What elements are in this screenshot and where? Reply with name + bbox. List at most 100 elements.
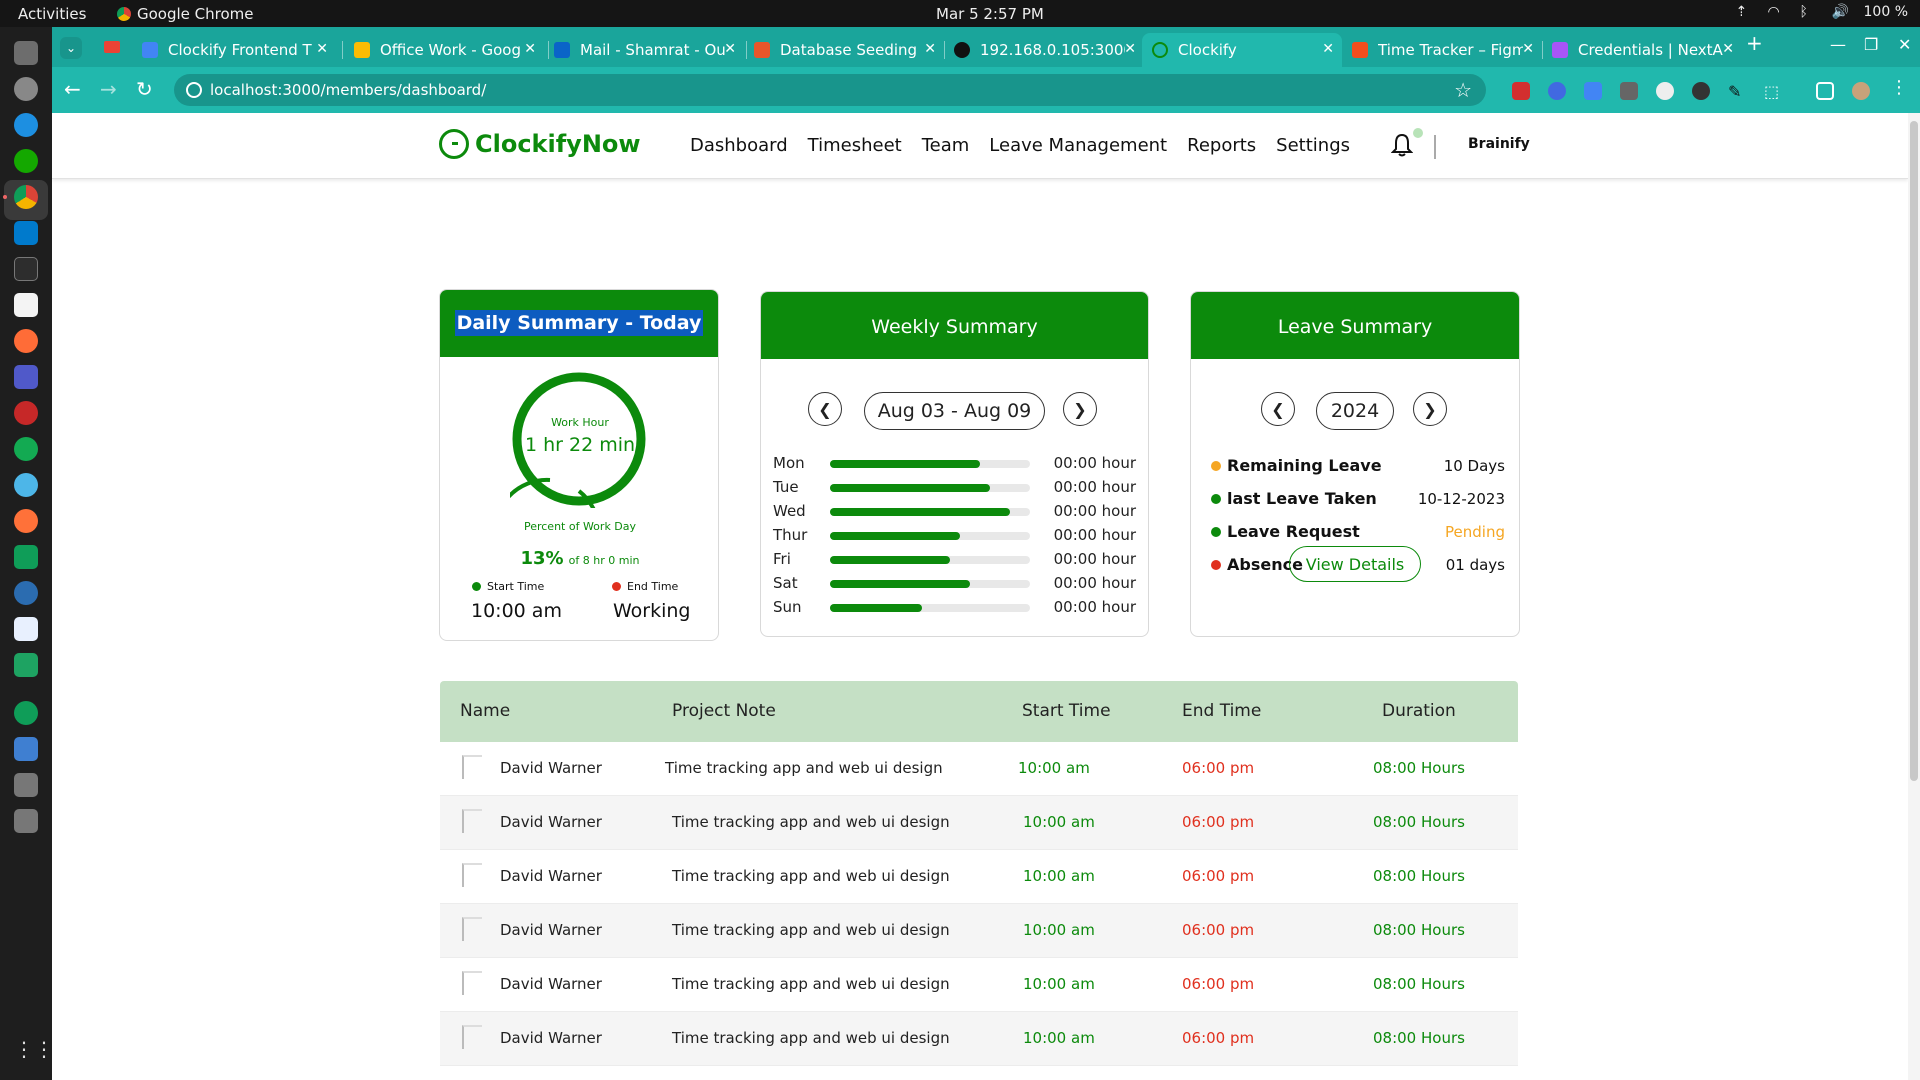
adblock-icon[interactable]	[1512, 82, 1530, 100]
user-name[interactable]: Brainify	[1468, 136, 1530, 152]
disk-icon[interactable]	[14, 773, 38, 797]
system-tray[interactable]: ⇡ ◠ ᛒ 🔊 100 %	[1736, 4, 1908, 20]
extension-icon[interactable]	[1548, 82, 1566, 100]
week-range: Aug 03 - Aug 09	[864, 392, 1045, 430]
tab-close-icon[interactable]: ✕	[524, 41, 536, 57]
year-next-button[interactable]: ❯	[1413, 392, 1447, 426]
settings-icon[interactable]	[14, 77, 38, 101]
text-editor-icon[interactable]	[14, 617, 38, 641]
table-row[interactable]: David Warner Time tracking app and web ui…	[440, 796, 1518, 850]
vscode-icon[interactable]	[14, 221, 38, 245]
tab-local-ip[interactable]: 192.168.0.105:3000 ✕	[944, 33, 1144, 67]
activities-button[interactable]: Activities	[18, 5, 86, 23]
gmail-pinned-icon[interactable]	[104, 41, 120, 53]
site-info-icon[interactable]	[186, 82, 202, 98]
sheets-icon[interactable]	[14, 545, 38, 569]
leave-summary-card: Leave Summary ❮ 2024 ❯ Remaining Leave 10…	[1190, 291, 1520, 637]
side-panel-icon[interactable]	[1816, 82, 1834, 100]
tab-close-icon[interactable]: ✕	[724, 41, 736, 57]
app-logo[interactable]: ClockifyNow	[439, 129, 641, 159]
app-icon[interactable]	[14, 473, 38, 497]
tab-mail[interactable]: Mail - Shamrat - Ou ✕	[544, 33, 744, 67]
notion-icon[interactable]	[14, 293, 38, 317]
docker-icon[interactable]	[14, 113, 38, 137]
app-menu[interactable]: Google Chrome	[117, 5, 254, 23]
disk-icon-2[interactable]	[14, 809, 38, 833]
view-details-button[interactable]: View Details	[1289, 546, 1421, 582]
year-prev-button[interactable]: ❮	[1261, 392, 1295, 426]
table-row[interactable]: David Warner Time tracking app and web ui…	[440, 958, 1518, 1012]
tab-close-icon[interactable]: ✕	[1522, 41, 1534, 57]
leave-row-label: Leave Request	[1227, 522, 1360, 541]
gitkraken-icon[interactable]	[14, 701, 38, 725]
week-prev-button[interactable]: ❮	[808, 392, 842, 426]
tab-close-icon[interactable]: ✕	[924, 41, 936, 57]
reload-icon[interactable]: ↻	[136, 77, 153, 101]
table-row[interactable]: David Warner Time tracking app and web ui…	[440, 1012, 1518, 1066]
clock[interactable]: Mar 5 2:57 PM	[936, 5, 1044, 23]
address-bar[interactable]: localhost:3000/members/dashboard/ ☆	[174, 74, 1486, 106]
firefox-icon[interactable]	[14, 509, 38, 533]
leave-row: last Leave Taken 10-12-2023	[1211, 487, 1505, 511]
extension-circle-icon[interactable]	[1656, 82, 1674, 100]
nav-dashboard[interactable]: Dashboard	[690, 135, 788, 156]
close-window-icon[interactable]: ✕	[1898, 35, 1911, 54]
files-icon[interactable]	[14, 41, 38, 65]
table-row[interactable]: David Warner Time tracking app and web ui…	[440, 742, 1518, 796]
volume-icon: 🔊	[1831, 4, 1849, 20]
tab-clockify-frontend[interactable]: Clockify Frontend T ✕	[132, 33, 336, 67]
tab-figma[interactable]: Time Tracker – Figm ✕	[1342, 33, 1542, 67]
tab-clockify-active[interactable]: Clockify ✕	[1142, 33, 1342, 67]
show-apps-icon[interactable]: ⋮⋮⋮	[14, 1037, 74, 1061]
menu-kebab-icon[interactable]: ⋮	[1890, 77, 1908, 98]
notification-bell-icon[interactable]	[1391, 133, 1413, 157]
terminal-icon[interactable]	[14, 257, 38, 281]
nav-settings[interactable]: Settings	[1276, 135, 1350, 156]
chat-icon[interactable]	[14, 653, 38, 677]
page-scrollbar[interactable]	[1908, 113, 1920, 1080]
table-row[interactable]: David Warner Time tracking app and web ui…	[440, 850, 1518, 904]
scrollbar-thumb[interactable]	[1910, 121, 1918, 781]
daily-summary-title: Daily Summary - Today	[454, 310, 704, 336]
postman-icon[interactable]	[14, 329, 38, 353]
forward-icon[interactable]: →	[100, 77, 117, 101]
teams-icon[interactable]	[14, 365, 38, 389]
minimize-icon[interactable]: —	[1830, 35, 1846, 54]
weekday-progress-track	[830, 460, 1030, 468]
nav-reports[interactable]: Reports	[1187, 135, 1256, 156]
back-icon[interactable]: ←	[64, 77, 81, 101]
nav-timesheet[interactable]: Timesheet	[808, 135, 902, 156]
mongodb-icon[interactable]	[14, 437, 38, 461]
new-tab-icon[interactable]: +	[1746, 31, 1763, 55]
chrome-dock-icon[interactable]	[14, 185, 38, 209]
profile-avatar[interactable]	[1852, 82, 1870, 100]
restore-icon[interactable]: ❐	[1864, 35, 1878, 54]
nav-team[interactable]: Team	[922, 135, 970, 156]
tab-close-icon[interactable]: ✕	[1322, 41, 1334, 57]
user-avatar[interactable]	[1434, 135, 1454, 159]
tab-close-icon[interactable]: ✕	[316, 41, 328, 57]
week-next-button[interactable]: ❯	[1063, 392, 1097, 426]
tab-search-icon[interactable]: ⌄	[60, 37, 82, 59]
translate-icon[interactable]	[1584, 82, 1602, 100]
table-row[interactable]: David Warner Time tracking app and web ui…	[440, 904, 1518, 958]
extension-f-icon[interactable]	[1620, 82, 1638, 100]
start-dot	[472, 582, 481, 591]
eyedropper-icon[interactable]: ✎	[1728, 82, 1746, 101]
package-icon[interactable]	[14, 737, 38, 761]
redis-icon[interactable]	[14, 401, 38, 425]
dock: ⋮⋮⋮	[0, 27, 74, 1080]
upwork-icon[interactable]	[14, 149, 38, 173]
tab-office-work[interactable]: Office Work - Goog ✕	[344, 33, 544, 67]
extensions-puzzle-icon[interactable]: ⬚	[1764, 82, 1782, 101]
nav-leave-management[interactable]: Leave Management	[989, 135, 1167, 156]
steam-icon[interactable]	[14, 581, 38, 605]
tab-database-seeding[interactable]: Database Seeding ✕	[744, 33, 944, 67]
bookmark-star-icon[interactable]: ☆	[1454, 78, 1472, 102]
tab-close-icon[interactable]: ✕	[1124, 41, 1136, 57]
tab-credentials[interactable]: Credentials | NextA ✕	[1542, 33, 1774, 67]
extension-dark-icon[interactable]	[1692, 82, 1710, 100]
tab-close-icon[interactable]: ✕	[1722, 41, 1734, 57]
weekday-progress-fill	[830, 508, 1010, 516]
weekday-progress-fill	[830, 556, 950, 564]
